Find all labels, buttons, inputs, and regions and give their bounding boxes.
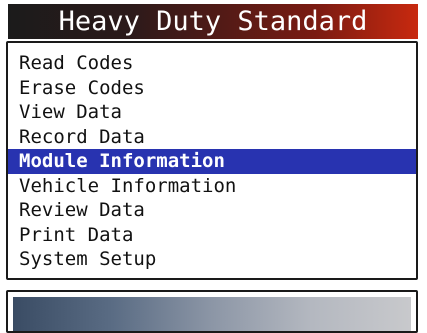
menu-item-erase-codes[interactable]: Erase Codes [8, 76, 416, 101]
menu-item-module-information[interactable]: Module Information [8, 149, 416, 174]
menu-item-read-codes[interactable]: Read Codes [8, 51, 416, 76]
menu-item-vehicle-information[interactable]: Vehicle Information [8, 174, 416, 199]
main-menu: Read Codes Erase Codes View Data Record … [8, 51, 416, 272]
menu-item-view-data[interactable]: View Data [8, 100, 416, 125]
menu-item-record-data[interactable]: Record Data [8, 125, 416, 150]
menu-item-print-data[interactable]: Print Data [8, 223, 416, 248]
status-bar [13, 297, 411, 331]
scan-tool-screen: Heavy Duty Standard Read Codes Erase Cod… [0, 0, 427, 333]
status-panel [6, 290, 418, 333]
menu-item-system-setup[interactable]: System Setup [8, 247, 416, 272]
screen-title: Heavy Duty Standard [8, 4, 418, 39]
menu-item-review-data[interactable]: Review Data [8, 198, 416, 223]
main-menu-panel: Read Codes Erase Codes View Data Record … [6, 41, 418, 280]
